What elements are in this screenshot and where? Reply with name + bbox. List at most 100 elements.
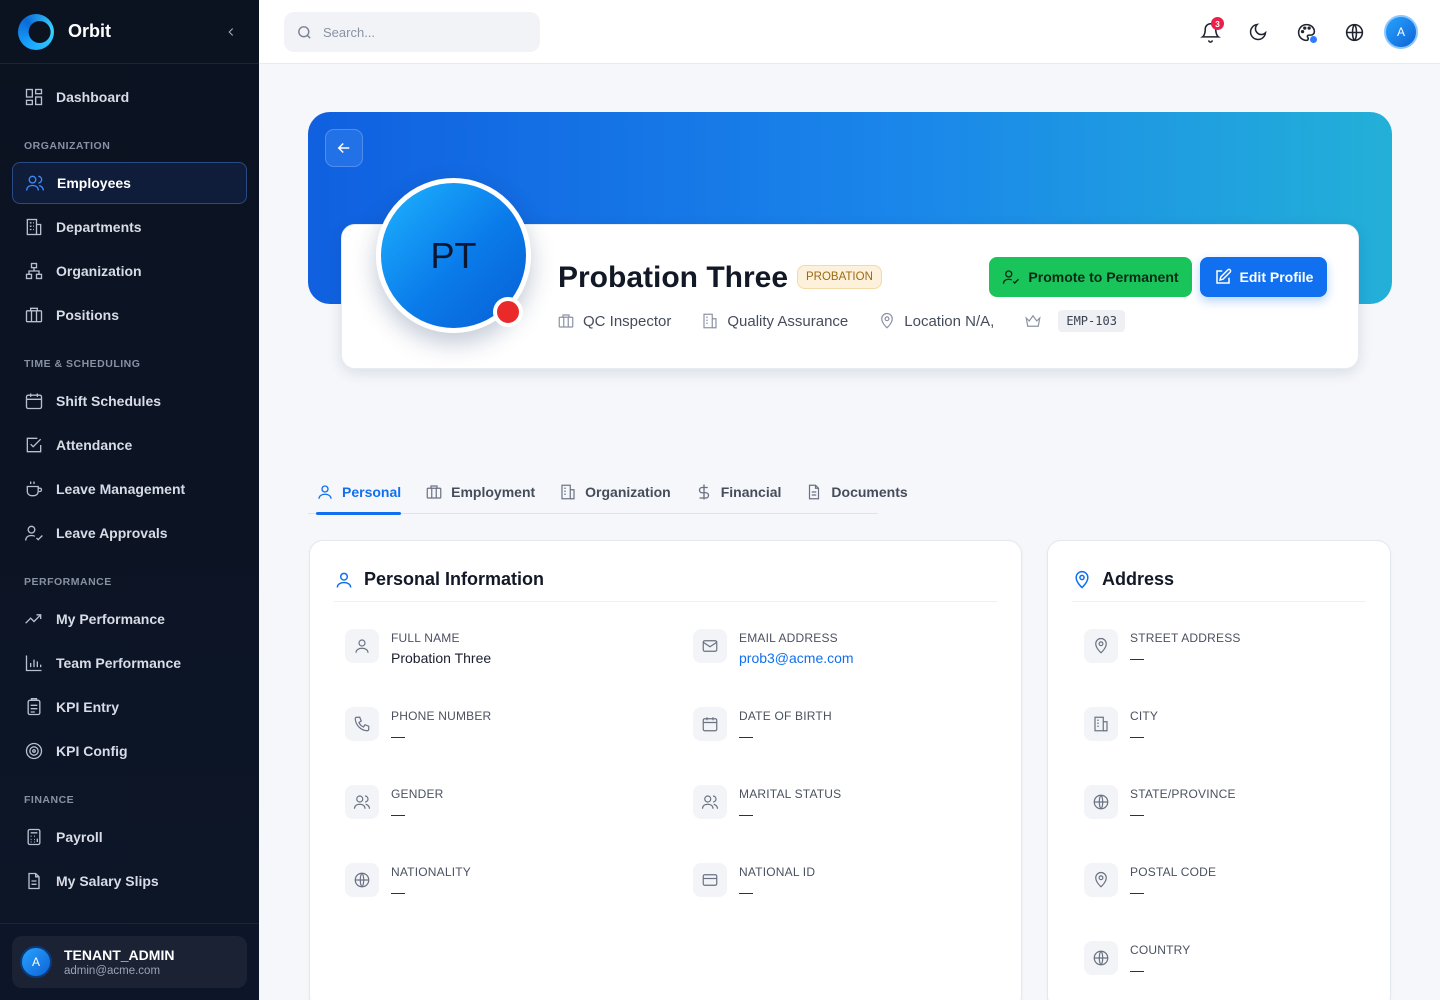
field-marital-status: MARITAL STATUS — [693,785,841,822]
briefcase-icon [558,314,574,328]
sidebar-item-dashboard[interactable]: Dashboard [12,76,247,118]
users-icon [26,175,44,191]
tab-label: Personal [342,484,402,500]
field-icon-box [345,785,379,819]
collapse-sidebar-button[interactable] [221,22,241,42]
notification-count-badge: 3 [1211,17,1224,30]
field-icon-box [1084,941,1118,975]
briefcase-icon [426,485,442,499]
sidebar-item-my-performance[interactable]: My Performance [12,598,247,640]
sidebar-item-leave-management[interactable]: Leave Management [12,468,247,510]
theme-toggle-button[interactable] [1240,14,1276,50]
field-label: GENDER [391,787,444,801]
field-icon-box [1084,785,1118,819]
search-icon [298,25,311,39]
field-phone: PHONE NUMBER — [345,707,491,744]
field-label: MARITAL STATUS [739,787,842,801]
section-label-organization: ORGANIZATION [24,140,111,152]
field-value: — [739,806,753,822]
coffee-icon [26,481,43,497]
sidebar-item-label: Payroll [56,829,103,845]
section-label-finance: FINANCE [24,794,75,806]
bar-chart-icon [25,655,42,672]
notifications-button[interactable]: 3 [1192,14,1228,50]
sidebar-item-label: Organization [56,263,142,279]
personal-information-card: Personal Information FULL NAME Probation … [309,540,1022,1000]
file-text-icon [809,484,820,500]
sidebar-item-label: Leave Management [56,481,186,497]
sidebar-item-kpi-entry[interactable]: KPI Entry [12,686,247,728]
sidebar-item-team-performance[interactable]: Team Performance [12,642,247,684]
mail-icon [702,640,718,652]
promote-to-permanent-button[interactable]: Promote to Permanent [989,257,1192,297]
tab-personal[interactable]: Personal [308,470,409,515]
sidebar-item-departments[interactable]: Departments [12,206,247,248]
sidebar-item-label: KPI Entry [56,699,120,715]
divider [334,601,997,602]
back-button[interactable] [325,129,363,167]
language-button[interactable] [1336,14,1372,50]
orbit-logo [18,13,54,50]
field-state-province: STATE/PROVINCE — [1084,785,1236,822]
sidebar-item-label: My Salary Slips [56,873,159,889]
divider [1072,601,1366,602]
sidebar-item-organization[interactable]: Organization [12,250,247,292]
field-value: — [391,806,405,822]
user-avatar-button[interactable]: A [1384,15,1418,49]
users-icon [701,795,719,809]
trending-up-icon [25,614,42,624]
moon-icon [1249,23,1267,41]
email-link[interactable]: prob3@acme.com [739,650,854,666]
current-user-card[interactable]: A TENANT_ADMIN admin@acme.com [12,936,247,988]
sidebar-item-payroll[interactable]: Payroll [12,816,247,858]
avatar: A [20,946,52,978]
sidebar-item-shift-schedules[interactable]: Shift Schedules [12,380,247,422]
field-icon-box [1084,629,1118,663]
tab-employment[interactable]: Employment [417,470,543,514]
sidebar-item-leave-approvals[interactable]: Leave Approvals [12,512,247,554]
sidebar-item-label: My Performance [56,611,165,627]
card-title: Personal Information [334,569,544,590]
tab-label: Financial [720,484,782,500]
edit-profile-button[interactable]: Edit Profile [1200,257,1327,297]
sidebar-item-attendance[interactable]: Attendance [12,424,247,466]
phone-icon [354,716,370,732]
building-icon [1094,716,1108,732]
building-icon [703,313,717,329]
arrow-left-icon [337,142,350,154]
building-icon [26,218,42,236]
section-label-time: TIME & SCHEDULING [24,358,141,370]
search-box[interactable] [284,12,540,52]
sidebar-item-label: Employees [57,175,131,191]
field-label: PHONE NUMBER [391,709,492,723]
sidebar-item-label: Departments [56,219,142,235]
field-gender: GENDER — [345,785,444,822]
palette-button[interactable] [1288,14,1324,50]
map-pin-icon [1095,871,1107,888]
brand: Orbit [0,0,259,64]
sidebar-item-positions[interactable]: Positions [12,294,247,336]
field-date-of-birth: DATE OF BIRTH — [693,707,832,744]
field-nationality: NATIONALITY — [345,863,471,900]
map-pin-icon [1095,637,1107,654]
tab-label: Documents [831,484,908,500]
tab-documents[interactable]: Documents [797,470,915,514]
user-check-icon [25,525,43,541]
sidebar: Orbit Dashboard ORGANIZATION Employees D… [0,0,259,1000]
location-meta: Location N/A, [878,312,994,330]
sidebar-item-kpi-config[interactable]: KPI Config [12,730,247,772]
tab-financial[interactable]: Financial [687,470,790,514]
search-input[interactable] [323,24,523,40]
sidebar-item-label: Attendance [56,437,133,453]
sidebar-item-employees[interactable]: Employees [12,162,247,204]
tab-organization[interactable]: Organization [551,470,679,514]
dashboard-grid-icon [25,88,43,106]
clipboard-icon [27,698,41,716]
sidebar-item-my-salary-slips[interactable]: My Salary Slips [12,860,247,902]
department-text: Quality Assurance [727,312,849,330]
card-title: Address [1072,569,1174,590]
building-icon [561,484,575,500]
field-icon-box [345,863,379,897]
sidebar-item-label: Positions [56,307,120,323]
field-full-name: FULL NAME Probation Three [345,629,491,666]
